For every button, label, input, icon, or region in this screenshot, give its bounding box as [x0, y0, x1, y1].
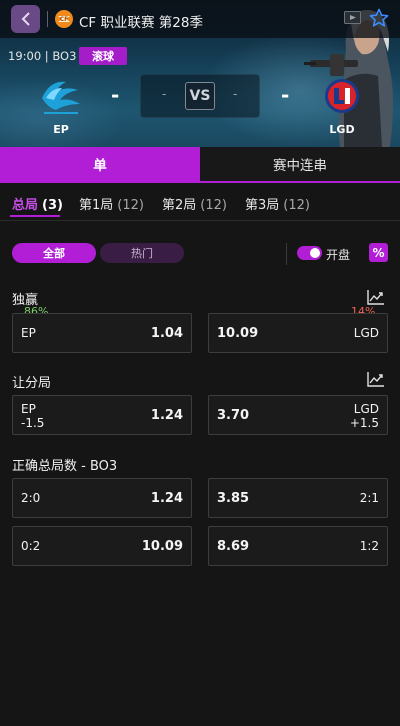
- odds-winner-away[interactable]: 10.09 LGD: [208, 313, 388, 353]
- dash-left: -: [111, 83, 120, 107]
- league-logo-icon: CF: [55, 10, 73, 28]
- sub-tab-underline: [10, 215, 60, 217]
- home-score: -: [162, 87, 167, 101]
- odds-label: EP: [21, 402, 36, 416]
- odds-value: 10.09: [217, 326, 259, 341]
- match-hero-banner: CF CF 职业联赛 第28季 19:00 | BO3 滚球 EP - - - …: [0, 0, 400, 147]
- odds-handicap-home[interactable]: EP -1.5 1.24: [12, 395, 192, 435]
- trend-chart-icon[interactable]: [367, 289, 385, 305]
- tab-single[interactable]: 单: [0, 147, 200, 181]
- market-title-correct-score: 正确总局数 - BO3: [12, 459, 118, 474]
- tab-overall-count: (3): [42, 198, 63, 213]
- tab-map-2-count: (12): [200, 198, 227, 213]
- back-arrow-icon: [21, 12, 30, 26]
- odds-value: 1.24: [150, 491, 183, 506]
- team-logo-lgd: [325, 79, 359, 113]
- sub-tab-divider: [0, 220, 400, 221]
- odds-label: EP: [21, 326, 36, 340]
- live-badge: 滚球: [79, 47, 127, 65]
- star-icon[interactable]: [369, 8, 389, 28]
- tab-map-2[interactable]: 第2局 (12): [162, 194, 227, 213]
- market-title-handicap: 让分局: [12, 376, 52, 391]
- tab-overall[interactable]: 总局 (3): [12, 194, 63, 213]
- odds-score-1-2[interactable]: 8.69 1:2: [208, 526, 388, 566]
- back-button[interactable]: [11, 5, 40, 33]
- odds-value: 3.70: [217, 408, 250, 423]
- odds-value: 10.09: [141, 539, 183, 554]
- odds-label: LGD: [353, 326, 379, 340]
- odds-handicap-away[interactable]: 3.70 LGD +1.5: [208, 395, 388, 435]
- odds-value: 3.85: [217, 491, 250, 506]
- away-team-name: LGD: [329, 123, 355, 136]
- vs-label: VS: [185, 82, 215, 110]
- tab-map-3-count: (12): [283, 198, 310, 213]
- filter-divider: [286, 243, 287, 265]
- tab-overall-label: 总局: [12, 198, 39, 213]
- odds-score-2-0[interactable]: 2:0 1.24: [12, 478, 192, 518]
- open-market-toggle[interactable]: [297, 246, 322, 260]
- odds-score-2-1[interactable]: 3.85 2:1: [208, 478, 388, 518]
- tab-live-parlay[interactable]: 赛中连串: [200, 147, 400, 181]
- odds-line: +1.5: [349, 416, 379, 430]
- odds-label: 2:0: [21, 491, 41, 505]
- toggle-knob: [310, 248, 320, 258]
- tab-map-3-label: 第3局: [245, 198, 280, 213]
- tab-map-3[interactable]: 第3局 (12): [245, 194, 310, 213]
- home-team-name: EP: [53, 123, 69, 136]
- main-tabs: 单 赛中连串: [0, 147, 400, 181]
- topbar-divider: [47, 11, 48, 27]
- odds-value: 1.24: [150, 408, 183, 423]
- main-tabs-underline: [0, 181, 400, 183]
- league-title: CF 职业联赛 第28季: [79, 15, 203, 31]
- odds-score-0-2[interactable]: 0:2 10.09: [12, 526, 192, 566]
- tab-map-1-count: (12): [117, 198, 144, 213]
- tab-map-1-label: 第1局: [79, 198, 114, 213]
- odds-winner-home[interactable]: EP 1.04: [12, 313, 192, 353]
- percent-button[interactable]: %: [369, 243, 388, 262]
- away-score: -: [233, 87, 238, 101]
- match-time: 19:00 | BO3: [8, 49, 77, 63]
- filter-hot-button[interactable]: 热门: [100, 243, 184, 263]
- open-market-label: 开盘: [326, 248, 351, 262]
- filter-all-button[interactable]: 全部: [12, 243, 96, 263]
- tab-map-1[interactable]: 第1局 (12): [79, 194, 144, 213]
- odds-label: 1:2: [359, 539, 379, 553]
- team-logo-ep: [42, 81, 80, 114]
- percent-icon: %: [372, 245, 385, 260]
- odds-label: 2:1: [359, 491, 379, 505]
- tab-map-2-label: 第2局: [162, 198, 197, 213]
- svg-text:CF: CF: [60, 16, 69, 23]
- odds-label: LGD: [353, 402, 379, 416]
- odds-label: 0:2: [21, 539, 41, 553]
- trend-chart-icon[interactable]: [367, 371, 385, 387]
- odds-value: 1.04: [150, 326, 183, 341]
- map-tabs: 总局 (3) 第1局 (12) 第2局 (12) 第3局 (12): [0, 188, 400, 218]
- dash-right: -: [281, 83, 290, 107]
- odds-value: 8.69: [217, 539, 250, 554]
- odds-line: -1.5: [21, 416, 45, 430]
- tv-icon[interactable]: [344, 11, 361, 25]
